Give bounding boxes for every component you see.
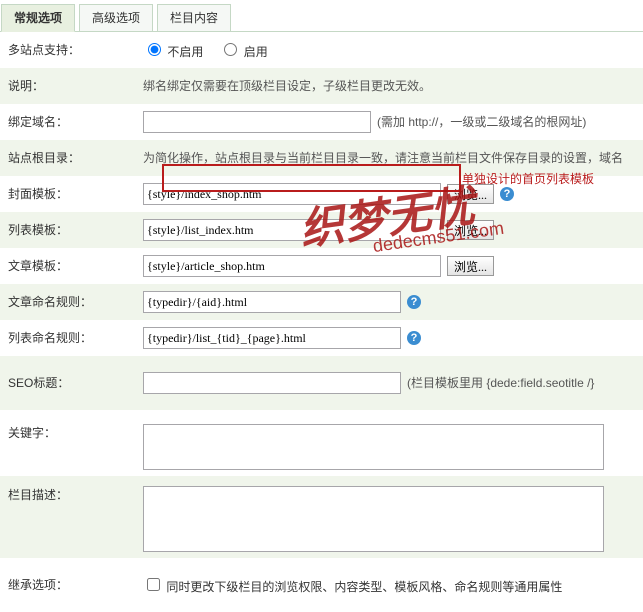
- seo-hint: (栏目模板里用 {dede:field.seotitle /}: [407, 374, 594, 392]
- list-input[interactable]: [143, 219, 441, 241]
- label-article: 文章模板：: [8, 257, 143, 275]
- radio-disable[interactable]: 不启用: [143, 40, 203, 61]
- siteroot-text: 为简化操作，站点根目录与当前栏目目录一致，请注意当前栏目文件保存目录的设置，域名: [143, 149, 623, 167]
- catdesc-textarea[interactable]: [143, 486, 604, 552]
- label-domain: 绑定域名：: [8, 113, 143, 131]
- label-cover: 封面模板：: [8, 185, 143, 203]
- listrule-input[interactable]: [143, 327, 401, 349]
- desc-text: 绑名绑定仅需要在顶级栏目设定，子级栏目更改无效。: [143, 77, 431, 95]
- annotation-text: 单独设计的首页列表模板: [462, 170, 594, 187]
- help-icon[interactable]: ?: [500, 187, 514, 201]
- label-desc: 说明：: [8, 77, 143, 95]
- article-browse-button[interactable]: 浏览...: [447, 256, 494, 276]
- radio-enable-label: 启用: [244, 45, 268, 59]
- inherit-checkbox[interactable]: 同时更改下级栏目的浏览权限、内容类型、模板风格、命名规则等通用属性: [143, 575, 562, 596]
- label-keywords: 关键字：: [8, 424, 143, 442]
- help-icon[interactable]: ?: [407, 331, 421, 345]
- artrule-input[interactable]: [143, 291, 401, 313]
- domain-hint: (需加 http://，一级或二级域名的根网址): [377, 113, 586, 131]
- label-list: 列表模板：: [8, 221, 143, 239]
- keywords-textarea[interactable]: [143, 424, 604, 470]
- seo-input[interactable]: [143, 372, 401, 394]
- label-multisite: 多站点支持：: [8, 41, 143, 59]
- domain-input[interactable]: [143, 111, 371, 133]
- tab-advanced[interactable]: 高级选项: [79, 4, 153, 32]
- radio-disable-label: 不启用: [167, 45, 203, 59]
- tab-general[interactable]: 常规选项: [1, 4, 75, 32]
- list-browse-button[interactable]: 浏览...: [447, 220, 494, 240]
- label-seo: SEO标题：: [8, 374, 143, 392]
- cover-browse-button[interactable]: 浏览...: [447, 184, 494, 204]
- help-icon[interactable]: ?: [407, 295, 421, 309]
- inherit-text: 同时更改下级栏目的浏览权限、内容类型、模板风格、命名规则等通用属性: [166, 580, 562, 594]
- tab-bar: 常规选项 高级选项 栏目内容: [0, 0, 643, 32]
- tab-content[interactable]: 栏目内容: [157, 4, 231, 32]
- label-artrule: 文章命名规则：: [8, 293, 143, 311]
- label-siteroot: 站点根目录：: [8, 149, 143, 167]
- label-inherit: 继承选项：: [8, 576, 143, 594]
- label-catdesc: 栏目描述：: [8, 486, 143, 504]
- article-input[interactable]: [143, 255, 441, 277]
- cover-input[interactable]: [143, 183, 441, 205]
- form: 多站点支持： 不启用 启用 说明： 绑名绑定仅需要在顶级栏目设定，子级栏目更改无…: [0, 32, 643, 612]
- label-listrule: 列表命名规则：: [8, 329, 143, 347]
- radio-enable[interactable]: 启用: [219, 40, 267, 61]
